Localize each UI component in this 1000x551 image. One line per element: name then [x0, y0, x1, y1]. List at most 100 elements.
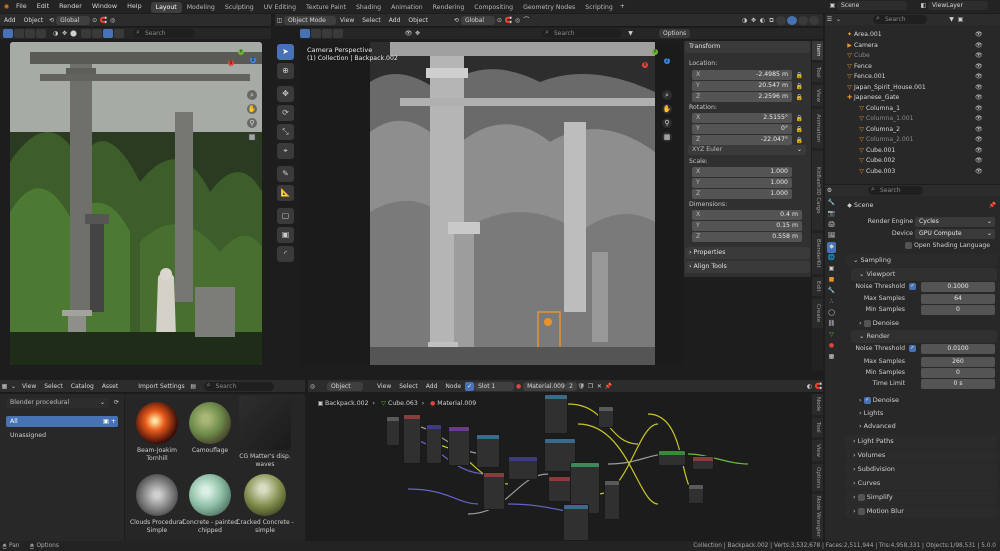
- move-tool-icon[interactable]: ✥: [277, 86, 294, 102]
- scene-tab-icon[interactable]: ◆: [827, 242, 836, 253]
- advanced-subpanel[interactable]: › Advanced: [851, 420, 997, 433]
- select-mode-icon[interactable]: [311, 29, 321, 38]
- shader-node[interactable]: [598, 406, 614, 428]
- outliner-row-cube-003[interactable]: ▽ Cube.003: [825, 167, 1000, 178]
- outliner-row-columna-1[interactable]: ▽ Columna_1: [825, 104, 1000, 115]
- gizmo-x-axis[interactable]: X: [642, 62, 648, 68]
- node-object-dropdown[interactable]: Object: [327, 381, 363, 391]
- object-tab-icon[interactable]: ■: [827, 275, 836, 286]
- asset-catalog-menu[interactable]: Catalog: [67, 382, 98, 391]
- scale-tool-icon[interactable]: ⤡: [277, 124, 294, 140]
- workspace-tab-sculpting[interactable]: Sculpting: [220, 2, 259, 13]
- outliner-search[interactable]: Search: [873, 14, 927, 24]
- scale-y-field[interactable]: Y 1.000: [692, 178, 792, 188]
- menu-help[interactable]: Help: [122, 0, 147, 13]
- shading-material-icon[interactable]: [103, 29, 113, 38]
- select-mode-icon[interactable]: [322, 29, 332, 38]
- gizmo-y-axis[interactable]: Y: [238, 49, 244, 55]
- location-y-field[interactable]: Y 20.547 m: [692, 81, 792, 91]
- lock-icon[interactable]: 🔒: [795, 136, 804, 145]
- outliner-row-columna-2-001[interactable]: ▽ Columna_2.001: [825, 135, 1000, 146]
- rotation-z-field[interactable]: Z -22.047°: [692, 135, 792, 145]
- pivot-icon[interactable]: ⊙: [495, 16, 504, 25]
- motion-blur-panel[interactable]: › Motion Blur: [845, 505, 997, 518]
- pin-icon[interactable]: 📌: [988, 201, 997, 210]
- select-mode-icon[interactable]: [36, 29, 46, 38]
- scene-selector[interactable]: Scene: [837, 1, 907, 10]
- add-cube-tool-icon[interactable]: ▢: [277, 208, 294, 224]
- menu-render[interactable]: Render: [54, 0, 87, 13]
- view-layer-selector[interactable]: ViewLayer: [928, 1, 988, 10]
- tab-blenderkit[interactable]: BlenderKit: [812, 233, 823, 275]
- location-z-field[interactable]: Z 2.2596 m: [692, 92, 792, 102]
- material-users-count[interactable]: 2: [565, 381, 577, 391]
- left-orientation-dropdown[interactable]: Global: [56, 15, 91, 25]
- visibility-icon[interactable]: ◑: [740, 16, 749, 25]
- constraints-tab-icon[interactable]: ⛓: [827, 319, 836, 330]
- filter-icon[interactable]: ▼: [947, 15, 956, 24]
- outliner-row-camera[interactable]: ▶ Camera: [825, 41, 1000, 52]
- shader-node[interactable]: [508, 456, 538, 480]
- physics-tab-icon[interactable]: ◯: [827, 308, 836, 319]
- lights-subpanel[interactable]: › Lights: [851, 407, 997, 420]
- workspace-tab-compositing[interactable]: Compositing: [469, 2, 518, 13]
- shader-node[interactable]: [403, 414, 421, 464]
- data-tab-icon[interactable]: ▽: [827, 330, 836, 341]
- unlink-material-icon[interactable]: ✕: [595, 382, 604, 391]
- new-collection-icon[interactable]: ▣: [956, 15, 965, 24]
- transform-tool-icon[interactable]: ⌖: [277, 143, 294, 159]
- tab-tool[interactable]: Tool: [812, 63, 823, 83]
- shading-wire-icon[interactable]: [776, 15, 786, 25]
- tab-view[interactable]: View: [812, 85, 823, 107]
- shading-material-icon[interactable]: [798, 15, 808, 25]
- render-denoise-subpanel[interactable]: › ✓ Denoise: [851, 394, 997, 407]
- visibility-icon[interactable]: ◑: [51, 29, 60, 38]
- osl-checkbox[interactable]: Open Shading Language: [905, 241, 990, 251]
- asset-item[interactable]: CG Matter's disp. waves: [235, 396, 295, 469]
- proportional-edit-icon[interactable]: ◎: [108, 16, 117, 25]
- add-object-tool-icon[interactable]: ▣: [277, 227, 294, 243]
- fake-user-icon[interactable]: 🛡: [577, 382, 586, 391]
- render-tab-icon[interactable]: 📷: [827, 209, 836, 220]
- workspace-tab-texture-paint[interactable]: Texture Paint: [301, 2, 351, 13]
- curve-tool-icon[interactable]: ◜: [277, 246, 294, 262]
- shading-render-icon[interactable]: [809, 15, 819, 25]
- grid-view-icon[interactable]: ▦: [247, 132, 257, 142]
- simplify-panel[interactable]: › Simplify: [845, 491, 997, 504]
- camera-view-icon[interactable]: ⚲: [247, 118, 257, 128]
- overlay-icon[interactable]: ◐: [758, 16, 767, 25]
- grid-view-icon[interactable]: ▦: [662, 132, 672, 142]
- shader-node[interactable]: [483, 472, 505, 510]
- shader-node[interactable]: [386, 416, 400, 446]
- collection-tab-icon[interactable]: ▣: [827, 264, 836, 275]
- xray-icon[interactable]: ⧉: [767, 16, 776, 25]
- gizmo-icon[interactable]: ✥: [413, 29, 422, 38]
- import-settings-dropdown[interactable]: Import Settings: [134, 382, 188, 391]
- shader-node[interactable]: [688, 484, 704, 504]
- rotation-mode-dropdown[interactable]: XYZ Euler ⌄: [688, 145, 806, 155]
- snap-icon[interactable]: 🧲: [814, 382, 823, 391]
- align-tools-panel-header[interactable]: › Align Tools: [685, 261, 810, 273]
- camera-view-icon[interactable]: ⚲: [662, 118, 672, 128]
- outliner-row-cube[interactable]: ▽ Cube: [825, 51, 1000, 62]
- outliner-row-columna-1-001[interactable]: ▽ Columna_1.001: [825, 114, 1000, 125]
- asset-item[interactable]: Cracked Concrete - simple: [235, 474, 295, 535]
- tab-options[interactable]: Options: [812, 464, 823, 492]
- duplicate-material-icon[interactable]: ❐: [586, 382, 595, 391]
- material-tab-icon[interactable]: ●: [827, 341, 836, 352]
- filter-icon[interactable]: ▼: [626, 29, 635, 38]
- tab-node[interactable]: Node: [812, 394, 823, 416]
- scale-z-field[interactable]: Z 1.000: [692, 189, 792, 199]
- shading-render-icon[interactable]: [114, 29, 124, 38]
- overlay-icon[interactable]: ⬤: [69, 29, 78, 38]
- menu-file[interactable]: File: [11, 0, 32, 13]
- dimensions-x-field[interactable]: X 0.4 m: [692, 210, 802, 220]
- render-engine-dropdown[interactable]: Cycles ⌄: [915, 217, 995, 227]
- menu-edit[interactable]: Edit: [32, 0, 54, 13]
- add-menu[interactable]: Add: [385, 16, 405, 25]
- left-object-menu[interactable]: Object: [20, 16, 48, 25]
- select-mode-icon[interactable]: [14, 29, 24, 38]
- output-tab-icon[interactable]: 🖨: [827, 220, 836, 231]
- asset-select-menu[interactable]: Select: [40, 382, 67, 391]
- material-name-field[interactable]: Material.009: [523, 381, 566, 391]
